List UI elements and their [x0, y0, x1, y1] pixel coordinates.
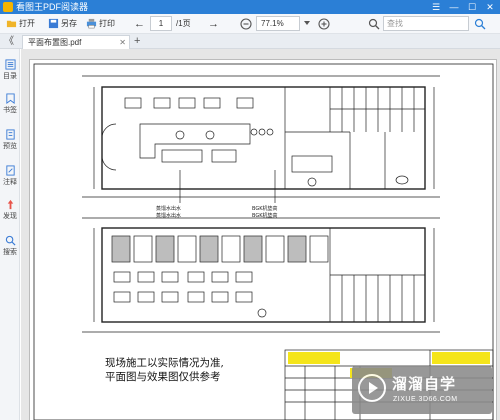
sidebar: 目录 书签 预览 注释 发现 搜索	[0, 49, 20, 420]
construction-note: 现场施工以实际情况为准, 平面图与效果图仅供参考	[105, 356, 224, 384]
tab-document[interactable]: 平面布置图.pdf ✕	[22, 35, 130, 49]
prev-page-button[interactable]: ←	[134, 17, 145, 31]
saveas-label: 另存	[61, 19, 77, 28]
print-label: 打印	[99, 19, 115, 28]
app-logo-icon	[3, 2, 13, 12]
printer-icon	[86, 19, 97, 29]
list-icon	[4, 59, 16, 70]
page-total: /1页	[176, 19, 191, 28]
zoom-dropdown-icon[interactable]	[303, 19, 311, 27]
search-icon	[368, 18, 380, 30]
note-line: 现场施工以实际情况为准,	[105, 357, 224, 369]
label-distilled-water-1: 蒸馏水出水	[156, 205, 181, 212]
collapse-sidebar-icon[interactable]: 《	[4, 34, 14, 49]
note-line: 平面图与效果图仅供参考	[105, 371, 221, 383]
preview-icon	[5, 129, 15, 140]
tab-bar: 《 平面布置图.pdf ✕ +	[0, 34, 500, 49]
search-input[interactable]: 查找	[383, 16, 469, 31]
watermark: 溜溜自学 ZIXUE.3D66.COM	[352, 366, 492, 414]
minimize-button[interactable]: —	[446, 0, 462, 14]
open-button[interactable]: 打开	[6, 17, 35, 31]
watermark-brand: 溜溜自学	[392, 376, 457, 393]
folder-icon	[6, 21, 17, 28]
label-bgk-raise-2: BGK机垫高	[252, 212, 278, 219]
bookmark-icon	[5, 93, 15, 104]
title-bar: 看图王PDF阅读器 ☰ — ☐ ✕	[0, 0, 500, 14]
sidebar-item-label: 书签	[3, 107, 17, 114]
sidebar-item-discover[interactable]: 发现	[0, 199, 20, 221]
zoom-select[interactable]: 77.1%	[256, 16, 300, 31]
sidebar-item-catalog[interactable]: 目录	[0, 59, 20, 81]
search-submit-icon[interactable]	[474, 18, 486, 30]
sidebar-item-label: 搜索	[3, 249, 17, 256]
sidebar-item-preview[interactable]: 预览	[0, 129, 20, 151]
sidebar-item-label: 目录	[3, 73, 17, 80]
tab-close-icon[interactable]: ✕	[119, 36, 126, 49]
label-bgk-raise-1: BGK机垫高	[252, 205, 278, 212]
sidebar-item-label: 发现	[3, 213, 17, 220]
next-page-button[interactable]: →	[208, 17, 219, 31]
zoom-out-icon[interactable]	[240, 18, 252, 30]
search-icon	[5, 235, 16, 246]
sidebar-item-bookmark[interactable]: 书签	[0, 93, 20, 115]
page-number-input[interactable]: 1	[150, 16, 172, 31]
sidebar-item-notes[interactable]: 注释	[0, 165, 20, 187]
sidebar-item-search[interactable]: 搜索	[0, 235, 20, 257]
saveas-button[interactable]: 另存	[48, 17, 77, 31]
app-title: 看图王PDF阅读器	[16, 2, 89, 12]
note-icon	[5, 165, 15, 176]
print-button[interactable]: 打印	[86, 17, 115, 31]
toolbar: 打开 另存 打印 ← 1 /1页 → 77.1% 查找	[0, 14, 500, 34]
watermark-url: ZIXUE.3D66.COM	[393, 396, 458, 403]
zoom-in-icon[interactable]	[318, 18, 330, 30]
close-button[interactable]: ✕	[482, 0, 498, 14]
open-label: 打开	[19, 19, 35, 28]
label-distilled-water-2: 蒸馏水出水	[156, 212, 181, 219]
document-viewport[interactable]: 蒸馏水出水 BGK机垫高 蒸馏水出水 BGK机垫高	[21, 49, 500, 420]
discover-icon	[7, 199, 13, 210]
save-icon	[48, 19, 59, 29]
tab-label: 平面布置图.pdf	[28, 38, 82, 47]
new-tab-button[interactable]: +	[134, 34, 140, 49]
sidebar-item-label: 预览	[3, 143, 17, 150]
sidebar-item-label: 注释	[3, 179, 17, 186]
menu-icon[interactable]: ☰	[428, 0, 444, 14]
maximize-button[interactable]: ☐	[464, 0, 480, 14]
play-logo-icon	[358, 374, 386, 402]
